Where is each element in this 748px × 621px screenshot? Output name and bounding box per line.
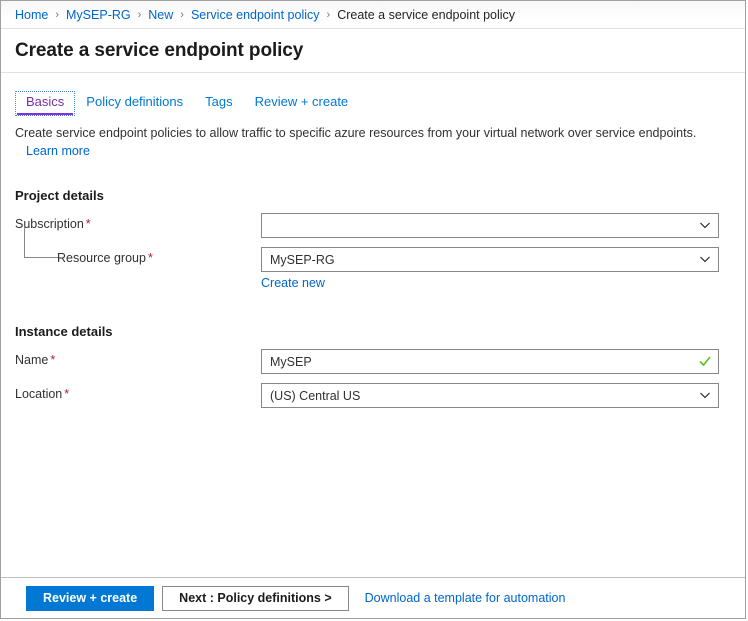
location-label-text: Location xyxy=(15,387,62,401)
review-create-button[interactable]: Review + create xyxy=(26,586,154,611)
breadcrumb-separator-icon: › xyxy=(180,9,184,21)
section-heading-instance-details: Instance details xyxy=(15,324,731,339)
tab-basics-label: Basics xyxy=(26,94,64,109)
field-row-name: Name* xyxy=(15,349,731,374)
name-label-text: Name xyxy=(15,353,48,367)
breadcrumb-separator-icon: › xyxy=(55,9,59,21)
required-asterisk: * xyxy=(50,353,55,367)
location-label: Location* xyxy=(15,383,261,401)
form-content: Create service endpoint policies to allo… xyxy=(1,116,745,577)
tab-list: Basics Policy definitions Tags Review + … xyxy=(1,82,745,116)
field-row-location: Location* xyxy=(15,383,731,408)
resource-group-control: Create new xyxy=(261,247,719,290)
tab-tags-label: Tags xyxy=(205,94,232,109)
breadcrumb-separator-icon: › xyxy=(138,9,142,21)
resource-group-label: Resource group* xyxy=(15,247,261,265)
next-policy-definitions-button[interactable]: Next : Policy definitions > xyxy=(162,586,348,611)
breadcrumb-item-resource-group[interactable]: MySEP-RG xyxy=(66,8,131,22)
resource-group-label-text: Resource group xyxy=(57,251,146,265)
learn-more-link[interactable]: Learn more xyxy=(26,144,90,158)
field-row-subscription: Subscription* xyxy=(15,213,731,238)
name-control xyxy=(261,349,719,374)
blade-footer: Review + create Next : Policy definition… xyxy=(1,577,745,618)
breadcrumb-item-home[interactable]: Home xyxy=(15,8,48,22)
resource-group-dropdown[interactable] xyxy=(261,247,719,272)
field-row-resource-group: Resource group* Create new xyxy=(15,247,731,290)
tab-tags[interactable]: Tags xyxy=(194,91,243,116)
tab-policy-definitions[interactable]: Policy definitions xyxy=(75,91,194,116)
breadcrumb-item-service-endpoint-policy[interactable]: Service endpoint policy xyxy=(191,8,320,22)
download-template-link[interactable]: Download a template for automation xyxy=(365,591,566,605)
breadcrumb: Home › MySEP-RG › New › Service endpoint… xyxy=(1,1,745,29)
create-new-resource-group-link[interactable]: Create new xyxy=(261,276,325,290)
tab-basics[interactable]: Basics xyxy=(15,91,75,116)
required-asterisk: * xyxy=(148,251,153,265)
breadcrumb-item-current: Create a service endpoint policy xyxy=(337,8,515,22)
tab-review-create-label: Review + create xyxy=(255,94,349,109)
blade-title-bar: Create a service endpoint policy xyxy=(1,29,745,73)
tab-policy-definitions-label: Policy definitions xyxy=(86,94,183,109)
tab-review-create[interactable]: Review + create xyxy=(244,91,360,116)
required-asterisk: * xyxy=(86,217,91,231)
location-control xyxy=(261,383,719,408)
breadcrumb-separator-icon: › xyxy=(327,9,331,21)
create-service-endpoint-policy-blade: Home › MySEP-RG › New › Service endpoint… xyxy=(0,0,746,619)
section-heading-project-details: Project details xyxy=(15,188,731,203)
required-asterisk: * xyxy=(64,387,69,401)
name-input[interactable] xyxy=(261,349,719,374)
page-title: Create a service endpoint policy xyxy=(15,40,303,62)
blade-description: Create service endpoint policies to allo… xyxy=(15,125,731,142)
subscription-dropdown[interactable] xyxy=(261,213,719,238)
breadcrumb-item-new[interactable]: New xyxy=(148,8,173,22)
location-dropdown[interactable] xyxy=(261,383,719,408)
tree-connector-icon xyxy=(24,227,58,258)
name-label: Name* xyxy=(15,349,261,367)
subscription-control xyxy=(261,213,719,238)
